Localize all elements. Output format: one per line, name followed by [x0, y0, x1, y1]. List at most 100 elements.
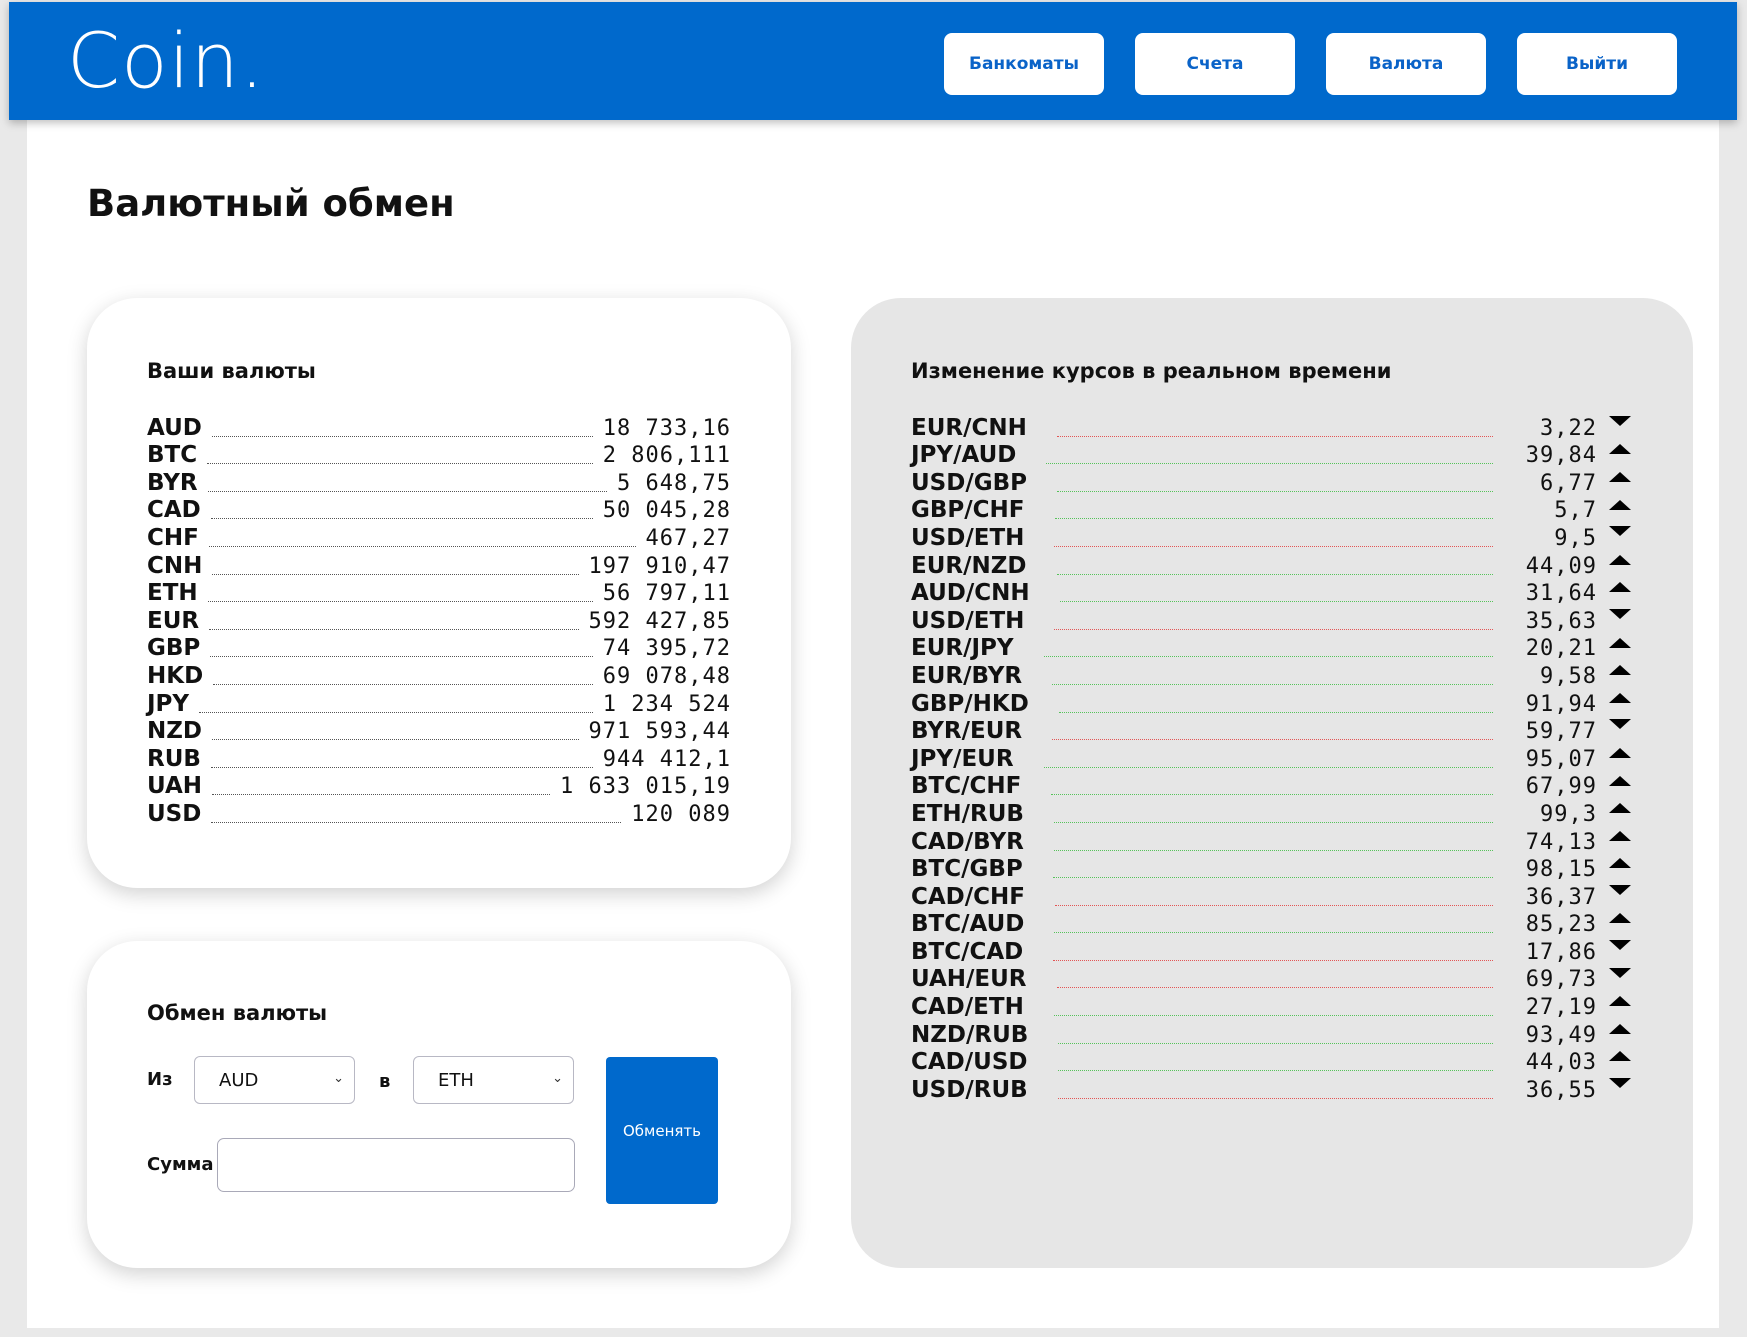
arrow-down-icon — [1597, 526, 1631, 550]
rate-row: USD/RUB 36,55 — [911, 1076, 1631, 1104]
rate-value: 9,58 — [1540, 663, 1597, 689]
app-header: Coin. Банкоматы Счета Валюта Выйти — [9, 2, 1737, 120]
rate-value: 91,94 — [1525, 691, 1597, 717]
rate-value: 74,13 — [1525, 829, 1597, 855]
arrow-up-icon — [1597, 637, 1631, 660]
rate-row: EUR/JPY 20,21 — [911, 635, 1631, 663]
rate-value: 98,15 — [1525, 857, 1597, 883]
rate-value: 93,49 — [1525, 1022, 1597, 1048]
arrow-up-icon — [1597, 692, 1631, 715]
exchange-button[interactable]: Обменять — [606, 1057, 718, 1204]
currency-amount: 120 089 — [631, 801, 731, 827]
dotted-leader — [1059, 601, 1493, 603]
rate-value: 35,63 — [1525, 608, 1597, 634]
currency-pair: CAD/ETH — [911, 994, 1024, 1021]
dotted-leader — [212, 794, 551, 796]
main-content: Валютный обмен Ваши валюты AUD 18 733,16 B… — [27, 120, 1719, 1328]
currency-pair: BTC/AUD — [911, 911, 1025, 938]
arrow-up-icon — [1597, 913, 1631, 935]
currency-amount: 5 648,75 — [617, 470, 731, 496]
dotted-leader — [210, 656, 593, 658]
rate-value: 39,84 — [1525, 443, 1597, 469]
rate-row: BTC/CAD 17,86 — [911, 938, 1631, 966]
currency-balance-row: BYR 5 648,75 — [147, 469, 731, 497]
currency-balance-list: AUD 18 733,16 BTC 2 806,111 BYR 5 648,75 CAD 50… — [147, 414, 731, 828]
dotted-leader — [1052, 683, 1493, 685]
arrow-down-icon — [1597, 940, 1631, 964]
dotted-leader — [1053, 821, 1493, 823]
rate-row: CAD/ETH 27,19 — [911, 993, 1631, 1021]
currency-amount: 592 427,85 — [588, 608, 731, 634]
rate-row: USD/ETH 35,63 — [911, 607, 1631, 635]
rate-row: EUR/CNH 3,22 — [911, 414, 1631, 442]
rate-row: UAH/EUR 69,73 — [911, 966, 1631, 994]
currency-pair: NZD/RUB — [911, 1021, 1029, 1048]
to-currency-value: ETH — [438, 1069, 474, 1091]
currency-amount: 50 045,28 — [602, 498, 731, 524]
dotted-leader — [208, 545, 636, 547]
dotted-leader — [1053, 849, 1493, 851]
currency-balance-row: GBP 74 395,72 — [147, 635, 731, 663]
dotted-leader — [1054, 545, 1493, 547]
rate-value: 44,09 — [1525, 553, 1597, 579]
arrow-down-icon — [1597, 884, 1631, 909]
dotted-leader — [212, 573, 579, 575]
currency-code: HKD — [147, 662, 204, 689]
rate-value: 95,07 — [1525, 746, 1597, 772]
rate-row: NZD/RUB 93,49 — [911, 1021, 1631, 1049]
arrow-up-icon — [1597, 499, 1631, 522]
arrow-up-icon — [1597, 665, 1631, 687]
currency-pair: UAH/EUR — [911, 966, 1027, 993]
currency-pair: EUR/CNH — [911, 414, 1027, 441]
dotted-leader — [1054, 628, 1493, 630]
nav-currency-button[interactable]: Валюта — [1326, 33, 1486, 95]
page-title: Валютный обмен — [87, 182, 455, 225]
currency-amount: 1 633 015,19 — [560, 774, 731, 800]
logout-button[interactable]: Выйти — [1517, 33, 1677, 95]
currency-code: USD — [147, 800, 202, 827]
currency-balance-row: JPY 1 234 524 — [147, 690, 731, 718]
currency-code: JPY — [147, 690, 190, 717]
currency-amount: 18 733,16 — [602, 415, 731, 441]
rate-value: 27,19 — [1525, 995, 1597, 1021]
rate-row: USD/ETH 9,5 — [911, 524, 1631, 552]
rate-value: 31,64 — [1525, 581, 1597, 607]
arrow-up-icon — [1597, 803, 1631, 825]
from-currency-select[interactable]: AUD ⌄ — [194, 1056, 355, 1104]
currency-code: RUB — [147, 745, 201, 772]
nav-accounts-button[interactable]: Счета — [1135, 33, 1295, 95]
dotted-leader — [1057, 490, 1493, 492]
arrow-up-icon — [1597, 471, 1631, 494]
dotted-leader — [199, 711, 593, 713]
currency-pair: CAD/BYR — [911, 828, 1024, 855]
currency-pair: CAD/CHF — [911, 883, 1026, 910]
currency-balance-row: CHF 467,27 — [147, 524, 731, 552]
amount-input[interactable] — [217, 1138, 575, 1192]
currency-amount: 69 078,48 — [602, 663, 731, 689]
dotted-leader — [1055, 904, 1493, 906]
rate-row: JPY/AUD 39,84 — [911, 442, 1631, 470]
rate-value: 67,99 — [1525, 774, 1597, 800]
from-label: Из — [147, 1069, 173, 1090]
rate-row: GBP/HKD 91,94 — [911, 690, 1631, 718]
rate-row: EUR/BYR 9,58 — [911, 662, 1631, 690]
rate-value: 44,03 — [1525, 1050, 1597, 1076]
to-currency-select[interactable]: ETH ⌄ — [413, 1056, 574, 1104]
currency-amount: 467,27 — [645, 525, 731, 551]
rate-row: BTC/GBP 98,15 — [911, 856, 1631, 884]
nav-atms-button[interactable]: Банкоматы — [944, 33, 1104, 95]
arrow-up-icon — [1597, 858, 1631, 880]
dotted-leader — [1057, 1070, 1493, 1072]
currency-pair: JPY/EUR — [911, 745, 1014, 772]
rate-value: 9,5 — [1554, 525, 1597, 551]
currency-balance-row: EUR 592 427,85 — [147, 607, 731, 635]
rate-row: BTC/CHF 67,99 — [911, 773, 1631, 801]
rate-row: JPY/EUR 95,07 — [911, 745, 1631, 773]
currency-balance-row: UAH 1 633 015,19 — [147, 773, 731, 801]
currency-code: CAD — [147, 497, 201, 524]
currency-pair: USD/GBP — [911, 469, 1027, 496]
rate-value: 69,73 — [1525, 967, 1597, 993]
arrow-up-icon — [1597, 775, 1631, 798]
dotted-leader — [1058, 1042, 1493, 1044]
currency-amount: 1 234 524 — [602, 691, 731, 717]
